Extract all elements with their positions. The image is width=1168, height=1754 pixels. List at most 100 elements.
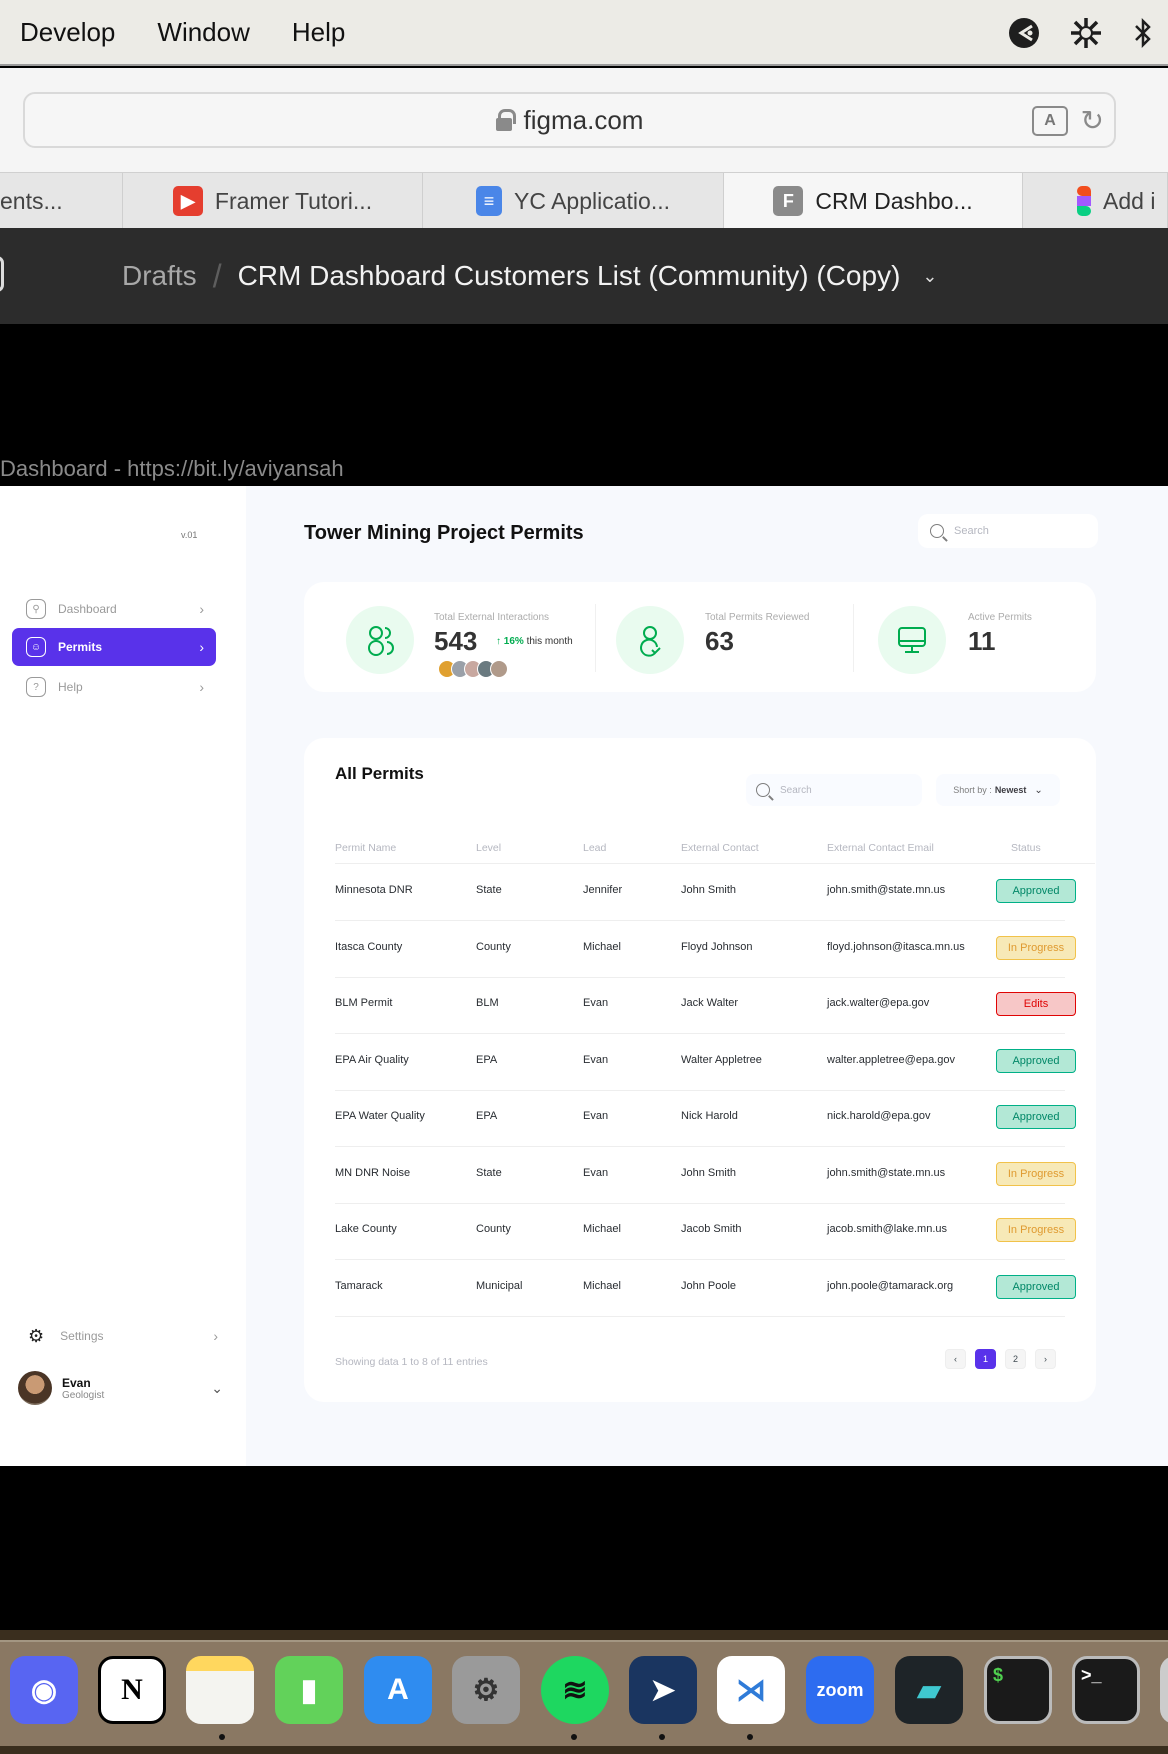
chevron-right-icon: › bbox=[199, 601, 204, 617]
table-row[interactable]: MN DNR Noise State Evan John Smith john.smit… bbox=[335, 1147, 1076, 1204]
discord-icon[interactable]: ◉ bbox=[10, 1656, 78, 1724]
figma-header: Drafts / CRM Dashboard Customers List (C… bbox=[0, 228, 1168, 324]
table-row[interactable]: Minnesota DNR State Jennifer John Smith john… bbox=[335, 864, 1076, 921]
cell-contact: Walter Appletree bbox=[681, 1053, 762, 1066]
cell-lead: Michael bbox=[583, 1279, 621, 1292]
vpn-icon[interactable] bbox=[1008, 17, 1040, 49]
chevron-down-icon[interactable]: ⌄ bbox=[922, 266, 937, 287]
lock-icon bbox=[495, 109, 516, 131]
translate-icon[interactable]: A bbox=[1032, 106, 1068, 136]
page-button-2[interactable]: 2 bbox=[1005, 1349, 1026, 1369]
table-row[interactable]: Lake County County Michael Jacob Smith jacob… bbox=[335, 1203, 1076, 1260]
cell-email[interactable]: john.poole@tamarack.org bbox=[827, 1280, 953, 1292]
status-badge: In Progress bbox=[996, 935, 1076, 960]
menu-window[interactable]: Window bbox=[157, 17, 249, 48]
cell-name: Minnesota DNR bbox=[335, 884, 413, 896]
stat-trend: ↑ 16% this month bbox=[496, 636, 573, 647]
partial-app-icon[interactable] bbox=[1160, 1656, 1168, 1724]
pagination: ‹ 1 2 › bbox=[945, 1349, 1056, 1369]
figma-menu-icon[interactable] bbox=[0, 256, 4, 292]
notion-icon[interactable]: N bbox=[98, 1656, 166, 1724]
next-page-button[interactable]: › bbox=[1035, 1349, 1056, 1369]
column-header[interactable]: External Contact Email bbox=[827, 842, 934, 854]
table-row[interactable]: BLM Permit BLM Evan Jack Walter jack.walter@… bbox=[335, 977, 1076, 1034]
table-row[interactable]: EPA Air Quality EPA Evan Walter Appletree wa… bbox=[335, 1034, 1076, 1091]
cell-level: EPA bbox=[476, 1110, 498, 1122]
screens-icon[interactable]: ▰ bbox=[895, 1656, 963, 1724]
tab-add-partial[interactable]: Add i bbox=[1023, 173, 1168, 229]
cell-contact: Jack Walter bbox=[681, 997, 739, 1009]
menu-develop[interactable]: Develop bbox=[20, 17, 115, 48]
page-button-1[interactable]: 1 bbox=[975, 1349, 996, 1369]
running-indicator bbox=[659, 1734, 665, 1740]
url-text: figma.com bbox=[523, 104, 644, 135]
terminal-2-icon[interactable]: >_ bbox=[1072, 1656, 1140, 1724]
cell-level: County bbox=[476, 1223, 511, 1235]
status-badge: In Progress bbox=[996, 1161, 1076, 1186]
terminal-icon[interactable]: $ bbox=[984, 1656, 1052, 1724]
vscode-icon[interactable]: ⋊ bbox=[717, 1656, 785, 1724]
cell-email[interactable]: floyd.johnson@itasca.mn.us bbox=[827, 941, 965, 953]
monitor-icon bbox=[878, 606, 946, 674]
cell-email[interactable]: john.smith@state.mn.us bbox=[827, 884, 945, 896]
table-row[interactable]: Tamarack Municipal Michael John Poole john.p… bbox=[335, 1260, 1076, 1317]
search-icon bbox=[756, 783, 770, 797]
spotify-icon[interactable]: ≋ bbox=[541, 1656, 609, 1724]
app-store-icon[interactable]: A bbox=[364, 1656, 432, 1724]
chevron-down-icon[interactable]: ⌄ bbox=[211, 1380, 223, 1397]
sort-dropdown[interactable]: Short by : Newest ⌄ bbox=[936, 774, 1060, 806]
table-row[interactable]: EPA Water Quality EPA Evan Nick Harold nick.… bbox=[335, 1090, 1076, 1147]
tab-yc-application[interactable]: ≡ YC Applicatio... bbox=[423, 173, 724, 229]
column-header[interactable]: External Contact bbox=[681, 842, 759, 854]
tab-label: ents... bbox=[0, 187, 63, 214]
cell-name: EPA Air Quality bbox=[335, 1053, 409, 1066]
column-header[interactable]: Level bbox=[476, 842, 501, 854]
column-header[interactable]: Permit Name bbox=[335, 842, 396, 854]
zoom-icon[interactable]: zoom bbox=[806, 1656, 874, 1724]
search-icon bbox=[930, 524, 944, 538]
tab-framer-tutorial[interactable]: ▶ Framer Tutori... bbox=[123, 173, 423, 229]
copilot-icon[interactable]: ➤ bbox=[629, 1656, 697, 1724]
search-input[interactable]: Search bbox=[918, 514, 1098, 548]
permits-table-card: All Permits Search Short by : Newest ⌄ P… bbox=[304, 738, 1096, 1402]
search-placeholder: Search bbox=[780, 784, 812, 796]
table-row[interactable]: Itasca County County Michael Floyd Johnson f… bbox=[335, 921, 1076, 978]
breadcrumb-drafts[interactable]: Drafts bbox=[122, 260, 197, 292]
prev-page-button[interactable]: ‹ bbox=[945, 1349, 966, 1369]
help-icon: ? bbox=[26, 677, 46, 697]
sidebar-item-settings[interactable]: ⚙ Settings › bbox=[28, 1324, 218, 1348]
table-header: Permit Name Level Lead External Contact … bbox=[335, 834, 1095, 864]
cell-email[interactable]: nick.harold@epa.gov bbox=[827, 1110, 931, 1122]
system-preferences-icon[interactable]: ⚙ bbox=[452, 1656, 520, 1724]
reload-icon[interactable]: ↻ bbox=[1081, 104, 1104, 137]
tab-crm-dashboard[interactable]: F CRM Dashbo... bbox=[724, 173, 1023, 229]
numbers-icon[interactable]: ▮ bbox=[275, 1656, 343, 1724]
cell-contact: John Poole bbox=[681, 1279, 737, 1292]
address-bar[interactable]: figma.com A ↻ bbox=[23, 92, 1116, 148]
cell-name: BLM Permit bbox=[335, 997, 393, 1009]
sidebar-item-dashboard[interactable]: ⚲ Dashboard › bbox=[12, 590, 216, 628]
cell-contact: Jacob Smith bbox=[681, 1223, 742, 1235]
status-badge: Approved bbox=[996, 1105, 1076, 1129]
status-badge: Approved bbox=[996, 1274, 1076, 1299]
notes-icon[interactable] bbox=[186, 1656, 254, 1724]
brightness-icon[interactable] bbox=[1070, 17, 1102, 49]
file-name[interactable]: CRM Dashboard Customers List (Community)… bbox=[238, 260, 901, 292]
column-header[interactable]: Lead bbox=[583, 842, 606, 854]
tab-partial[interactable]: ents... bbox=[0, 173, 123, 229]
menu-help[interactable]: Help bbox=[292, 17, 345, 48]
cell-email[interactable]: jacob.smith@lake.mn.us bbox=[827, 1223, 947, 1235]
column-header[interactable]: Status bbox=[1011, 842, 1041, 854]
cell-email[interactable]: walter.appletree@epa.gov bbox=[827, 1054, 955, 1066]
frame-label[interactable]: Dashboard - https://bit.ly/aviyansah bbox=[0, 456, 344, 482]
bluetooth-icon[interactable] bbox=[1132, 17, 1154, 49]
sidebar-item-help[interactable]: ? Help › bbox=[12, 668, 216, 706]
cell-email[interactable]: john.smith@state.mn.us bbox=[827, 1167, 945, 1179]
cell-email[interactable]: jack.walter@epa.gov bbox=[827, 997, 929, 1009]
divider bbox=[595, 604, 596, 672]
user-profile[interactable]: Evan Geologist ⌄ bbox=[18, 1370, 223, 1406]
table-search-input[interactable]: Search bbox=[746, 774, 922, 806]
chevron-right-icon: › bbox=[199, 679, 204, 695]
sidebar-item-permits[interactable]: ☺ Permits › bbox=[12, 628, 216, 666]
status-badge: Edits bbox=[996, 992, 1076, 1016]
